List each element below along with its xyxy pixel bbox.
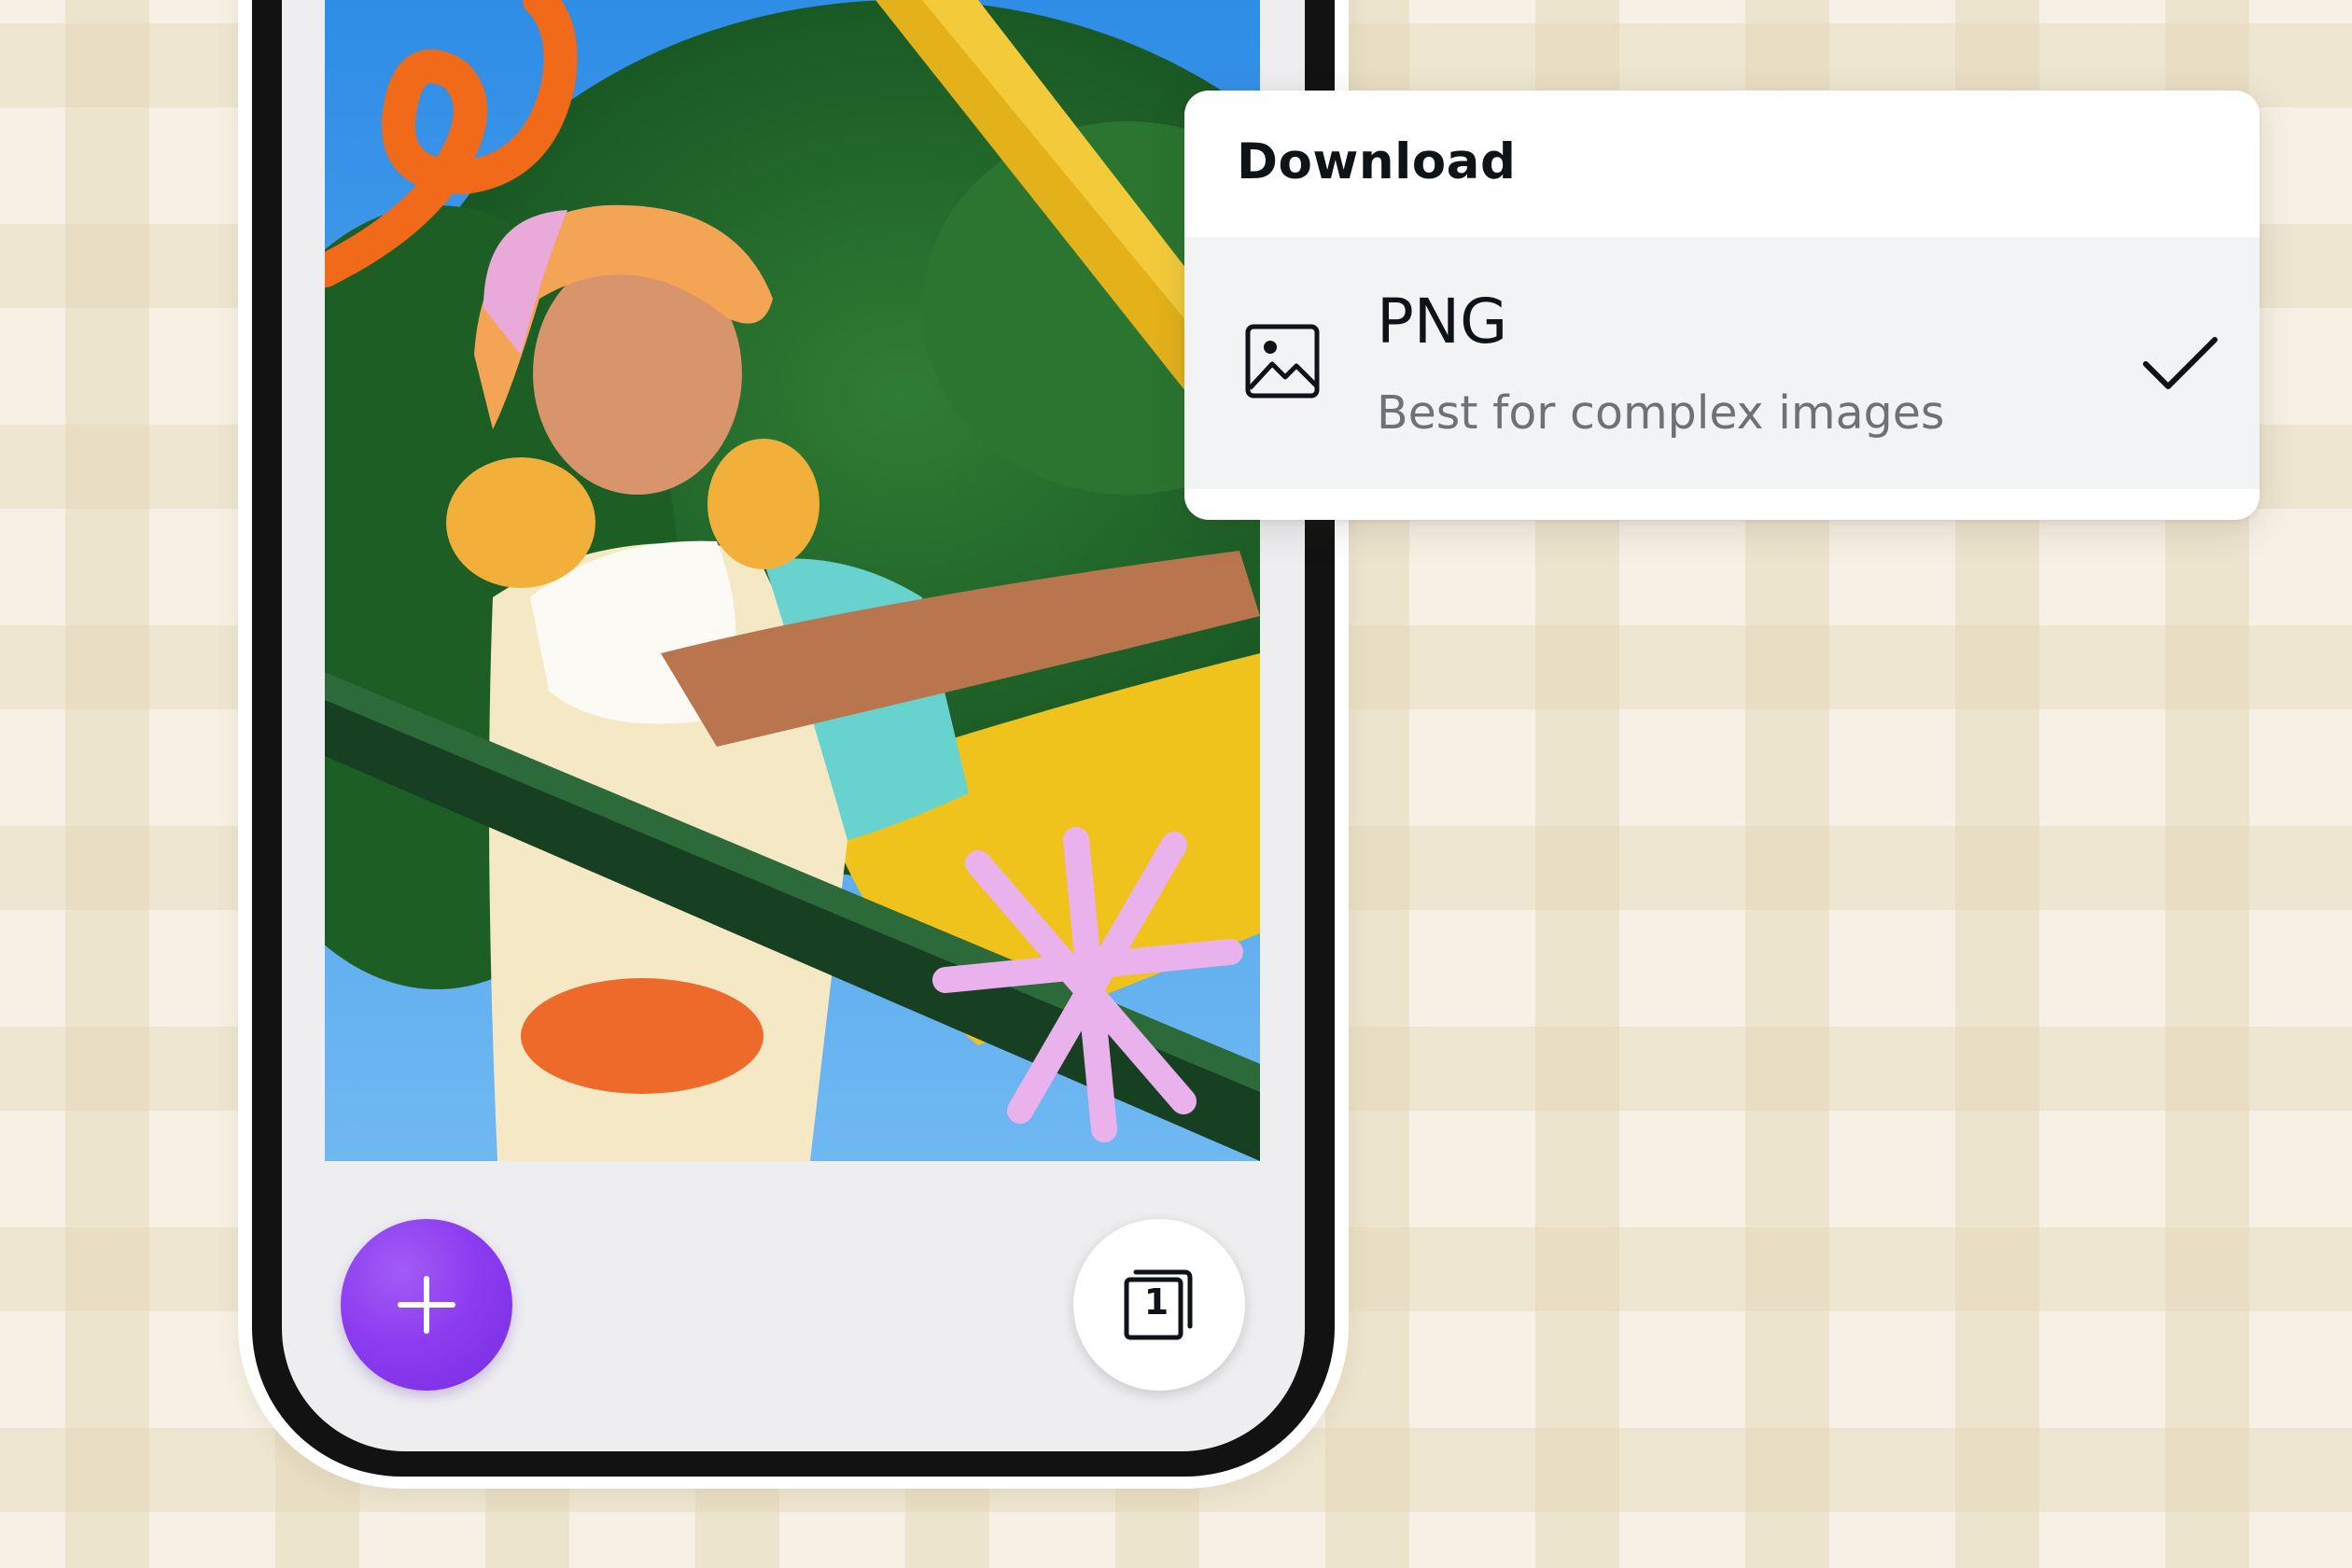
design-photo[interactable] xyxy=(325,0,1260,1161)
checkmark-icon xyxy=(2143,337,2218,389)
plus-icon xyxy=(398,1276,455,1334)
add-button[interactable] xyxy=(341,1219,512,1391)
format-option-png[interactable]: PNG Best for complex images xyxy=(1184,237,2260,489)
page-count: 1 xyxy=(1143,1281,1169,1323)
photo-illustration xyxy=(325,0,1260,1161)
download-menu: Download PNG Best for complex images xyxy=(1184,91,2260,520)
download-title: Download xyxy=(1237,133,1517,190)
format-name: PNG xyxy=(1377,286,1508,357)
image-icon xyxy=(1245,324,1320,399)
format-description: Best for complex images xyxy=(1377,386,1945,440)
